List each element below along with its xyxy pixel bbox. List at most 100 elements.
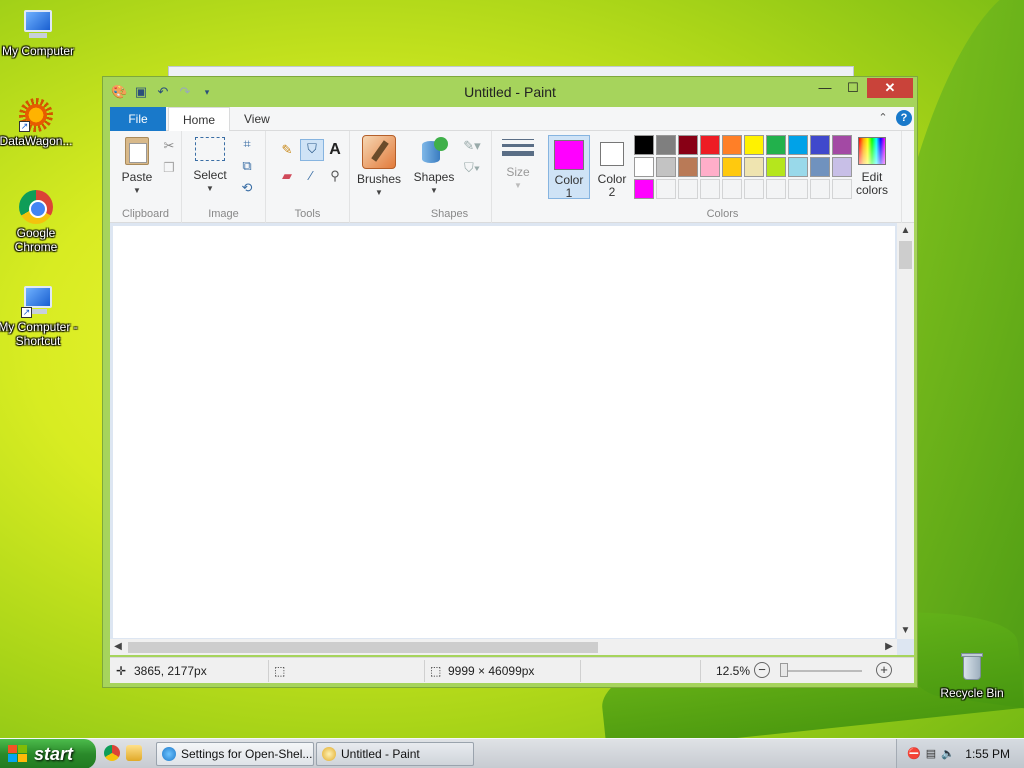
crop-icon[interactable]: ⌗ (238, 135, 256, 153)
palette-color-swatch[interactable] (766, 135, 786, 155)
palette-color-swatch[interactable] (634, 179, 654, 199)
resize-icon[interactable]: ⧉ (238, 157, 256, 175)
palette-color-swatch[interactable] (678, 157, 698, 177)
scroll-down-icon[interactable]: ▼ (897, 623, 914, 639)
selection-icon (195, 137, 225, 161)
desktop-icon-datawagon[interactable]: ↗ DataWagon... (0, 98, 76, 148)
rotate-icon[interactable]: ⟲ (238, 179, 256, 197)
maximize-button[interactable]: ☐ (839, 78, 867, 98)
outline-icon[interactable]: ✎▾ (460, 137, 484, 155)
tab-home[interactable]: Home (168, 107, 231, 132)
display-icon[interactable]: ▤ (926, 747, 936, 760)
palette-color-swatch (722, 179, 742, 199)
palette-color-swatch[interactable] (656, 157, 676, 177)
cut-icon[interactable]: ✂ (160, 137, 178, 155)
palette-color-swatch[interactable] (744, 157, 764, 177)
chrome-icon[interactable] (104, 745, 120, 761)
eraser-icon[interactable]: ▰ (278, 167, 296, 185)
canvas-area: ▲ ▼ ◀ ▶ (110, 223, 914, 655)
close-button[interactable]: ✕ (867, 78, 913, 98)
drawing-canvas[interactable] (113, 226, 895, 638)
color1-button[interactable]: Color 1 (548, 135, 590, 200)
color2-button[interactable]: Color 2 (592, 135, 632, 199)
fill-style-icon[interactable]: ⛉▾ (460, 159, 484, 177)
help-icon[interactable]: ? (896, 110, 912, 126)
size-button[interactable]: Size ▼ (496, 135, 540, 192)
paste-button[interactable]: Paste ▼ (116, 135, 158, 197)
zoom-in-icon[interactable]: + (876, 662, 892, 678)
palette-color-swatch[interactable] (788, 135, 808, 155)
palette-color-swatch[interactable] (700, 135, 720, 155)
color-palette (634, 135, 854, 201)
palette-color-swatch[interactable] (832, 135, 852, 155)
desktop-icon-label: Google Chrome (14, 226, 58, 254)
datawagon-icon: ↗ (19, 98, 53, 132)
palette-color-swatch[interactable] (810, 157, 830, 177)
palette-color-swatch (678, 179, 698, 199)
selection-size-icon: ⬚ (274, 664, 286, 678)
color-picker-icon[interactable]: ⁄ (302, 167, 320, 185)
pencil-icon[interactable]: ✎ (278, 141, 296, 159)
palette-color-swatch[interactable] (744, 135, 764, 155)
desktop-icon-google-chrome[interactable]: Google Chrome (0, 190, 76, 254)
palette-color-swatch[interactable] (634, 157, 654, 177)
horizontal-scrollbar[interactable]: ◀ ▶ (110, 639, 897, 655)
color2-number: 2 (608, 185, 616, 199)
taskbar-item-paint[interactable]: Untitled - Paint (316, 742, 474, 766)
shapes-button[interactable]: Shapes ▼ (412, 135, 456, 197)
minimize-button[interactable]: — (811, 78, 839, 98)
scroll-up-icon[interactable]: ▲ (897, 223, 914, 239)
desktop-icon-recycle-bin[interactable]: Recycle Bin (932, 650, 1012, 700)
magnifier-icon[interactable]: ⚲ (326, 167, 344, 185)
tab-view[interactable]: View (230, 107, 284, 131)
palette-color-swatch[interactable] (656, 135, 676, 155)
palette-color-swatch[interactable] (766, 157, 786, 177)
zoom-slider-thumb[interactable] (780, 663, 788, 677)
copy-icon[interactable]: ❐ (160, 159, 178, 177)
zoom-out-icon[interactable]: − (754, 662, 770, 678)
edit-colors-button[interactable]: Edit colors (852, 135, 892, 197)
network-icon[interactable]: ⛔ (907, 747, 921, 760)
system-tray: ⛔ ▤ 🔈 1:55 PM (896, 739, 1024, 768)
paste-label: Paste (121, 170, 153, 184)
recycle-bin-icon (955, 650, 989, 684)
clock[interactable]: 1:55 PM (965, 747, 1010, 761)
start-button[interactable]: start (0, 739, 96, 768)
palette-color-swatch[interactable] (788, 157, 808, 177)
fill-icon[interactable]: ⛉ (300, 139, 324, 161)
palette-color-swatch[interactable] (634, 135, 654, 155)
palette-color-swatch[interactable] (700, 157, 720, 177)
minimize-ribbon-icon[interactable]: ⌃ (876, 110, 890, 126)
shapes-group-label: Shapes (430, 208, 469, 220)
start-label: start (34, 744, 74, 764)
brushes-button[interactable]: Brushes ▼ (356, 135, 402, 199)
colors-group-label: Colors (706, 208, 739, 220)
horizontal-scroll-thumb[interactable] (128, 642, 598, 653)
line-size-icon (502, 139, 534, 156)
title-bar[interactable]: 🎨 ▣ ↶ ↷ ▾ Untitled - Paint — ☐ ✕ (103, 77, 917, 107)
palette-color-swatch[interactable] (722, 135, 742, 155)
select-button[interactable]: Select ▼ (188, 135, 232, 195)
palette-color-swatch[interactable] (722, 157, 742, 177)
color1-swatch (554, 140, 584, 170)
folder-icon[interactable] (126, 745, 142, 761)
desktop-icon-my-computer-shortcut[interactable]: ↗ My Computer - Shortcut (0, 284, 78, 348)
text-icon[interactable]: A (326, 141, 344, 159)
palette-color-swatch (656, 179, 676, 199)
window-title: Untitled - Paint (464, 84, 556, 100)
scroll-right-icon[interactable]: ▶ (881, 639, 897, 655)
status-bar: ✛ 3865, 2177px ⬚ ⬚ 9999 × 46099px 12.5% … (110, 657, 914, 683)
palette-color-swatch[interactable] (832, 157, 852, 177)
scroll-left-icon[interactable]: ◀ (110, 639, 126, 655)
vertical-scrollbar[interactable]: ▲ ▼ (897, 223, 914, 639)
size-group: Size ▼ (492, 131, 544, 223)
palette-color-swatch[interactable] (678, 135, 698, 155)
volume-icon[interactable]: 🔈 (941, 747, 955, 760)
zoom-slider[interactable] (782, 670, 862, 672)
taskbar-item-settings[interactable]: Settings for Open-Shel... (156, 742, 314, 766)
colors-group: Color 1 Color 2 Edit colors Colors (544, 131, 902, 223)
desktop-icon-my-computer[interactable]: My Computer (0, 8, 78, 58)
vertical-scroll-thumb[interactable] (899, 241, 912, 269)
tab-file[interactable]: File (110, 107, 166, 131)
palette-color-swatch[interactable] (810, 135, 830, 155)
